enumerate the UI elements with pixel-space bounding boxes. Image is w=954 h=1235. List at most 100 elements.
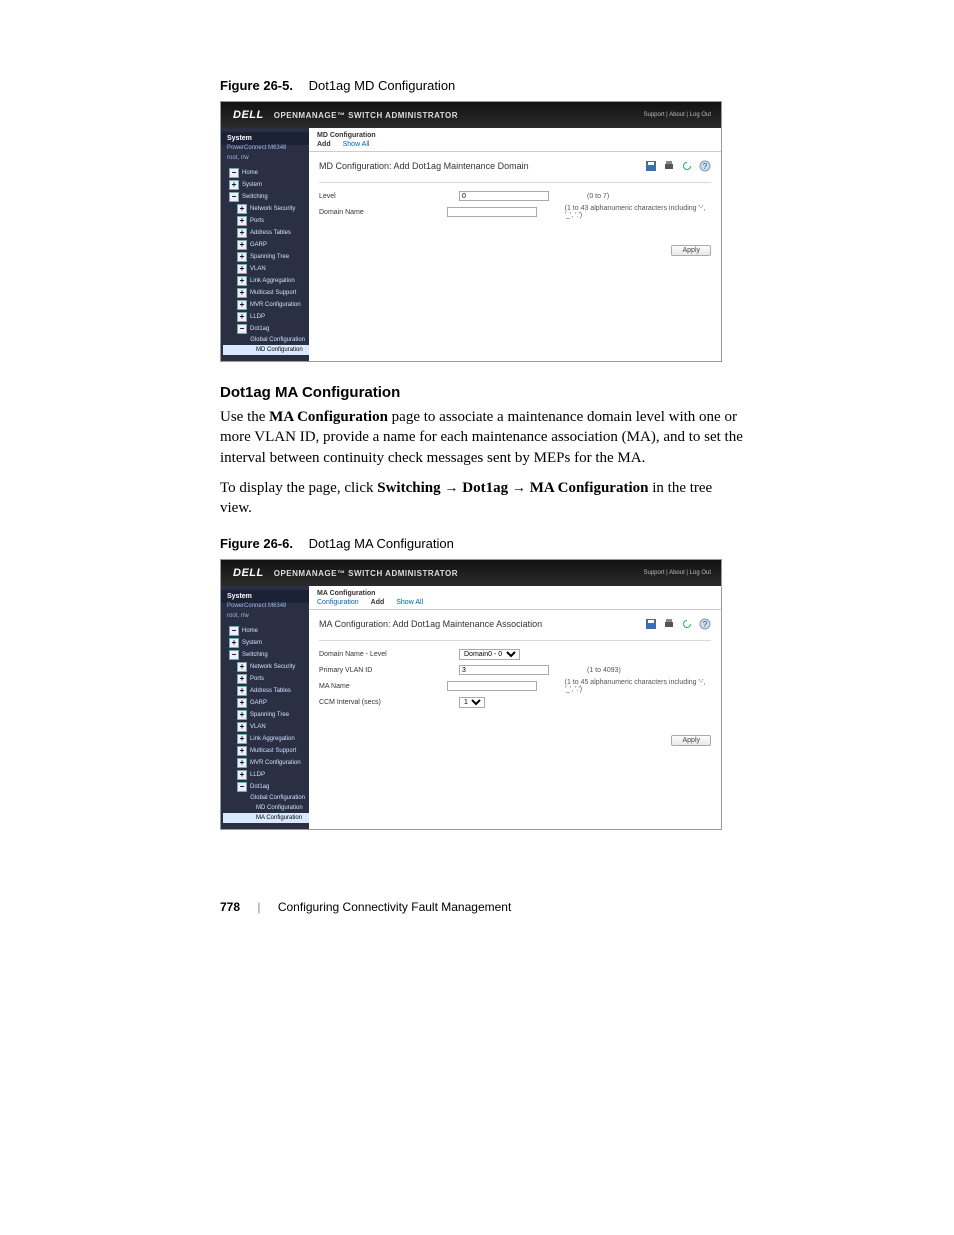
tab-add[interactable]: Add bbox=[317, 141, 331, 148]
hint-ma-name: (1 to 45 alphanumeric characters includi… bbox=[565, 679, 711, 693]
input-ma-name[interactable] bbox=[447, 681, 537, 691]
paragraph-1: Use the MA Configuration page to associa… bbox=[220, 407, 744, 468]
tree-home[interactable]: −Home bbox=[223, 625, 309, 637]
tree-address-tables[interactable]: +Address Tables bbox=[223, 227, 309, 239]
section-heading: Dot1ag MA Configuration bbox=[220, 384, 744, 401]
tree-switching[interactable]: −Switching bbox=[223, 649, 309, 661]
tree-vlan[interactable]: +VLAN bbox=[223, 721, 309, 733]
tree-switching[interactable]: −Switching bbox=[223, 191, 309, 203]
nav-tree: −Home +System −Switching +Network Securi… bbox=[221, 165, 309, 355]
tree-lldp[interactable]: +LLDP bbox=[223, 769, 309, 781]
tree-mvr[interactable]: +MVR Configuration bbox=[223, 757, 309, 769]
tree-dot1ag[interactable]: −Dot1ag bbox=[223, 781, 309, 793]
input-level[interactable] bbox=[459, 191, 549, 201]
save-icon[interactable] bbox=[645, 618, 657, 630]
main-panel: MA Configuration Configuration Add Show … bbox=[309, 586, 721, 829]
select-ccm[interactable]: 1 bbox=[459, 697, 485, 708]
label-vlan: Primary VLAN ID bbox=[319, 667, 459, 674]
tree-network-security[interactable]: +Network Security bbox=[223, 203, 309, 215]
save-icon[interactable] bbox=[645, 160, 657, 172]
page-number: 778 bbox=[220, 900, 240, 914]
tab-bar: MA Configuration Configuration Add Show … bbox=[309, 586, 721, 610]
brand-logo: DELL bbox=[233, 567, 264, 579]
app-title: OPENMANAGE™ SWITCH ADMINISTRATOR bbox=[274, 111, 458, 120]
tree-system[interactable]: +System bbox=[223, 637, 309, 649]
tree-network-security[interactable]: +Network Security bbox=[223, 661, 309, 673]
hint-domain-name: (1 to 43 alphanumeric characters includi… bbox=[565, 205, 711, 219]
tree-vlan[interactable]: +VLAN bbox=[223, 263, 309, 275]
row-ccm: CCM Interval (secs) 1 bbox=[319, 695, 711, 709]
tab-title: MA Configuration bbox=[317, 590, 721, 597]
tree-link-aggregation[interactable]: +Link Aggregation bbox=[223, 733, 309, 745]
tree-system[interactable]: +System bbox=[223, 179, 309, 191]
tree-garp[interactable]: +GARP bbox=[223, 697, 309, 709]
sidebar-header: System bbox=[221, 590, 309, 603]
app-title: OPENMANAGE™ SWITCH ADMINISTRATOR bbox=[274, 569, 458, 578]
panel-title: MA Configuration: Add Dot1ag Maintenance… bbox=[319, 619, 542, 629]
select-domain-level[interactable]: Domain0 - 0 bbox=[459, 649, 520, 660]
input-vlan[interactable] bbox=[459, 665, 549, 675]
tree-garp[interactable]: +GARP bbox=[223, 239, 309, 251]
figure-label: Figure 26-5. bbox=[220, 78, 293, 93]
tree-global-config[interactable]: Global Configuration bbox=[223, 793, 309, 803]
help-icon[interactable]: ? bbox=[699, 160, 711, 172]
tab-configuration[interactable]: Configuration bbox=[317, 599, 359, 606]
top-links[interactable]: Support | About | Log Out bbox=[644, 112, 712, 118]
tree-spanning-tree[interactable]: +Spanning Tree bbox=[223, 709, 309, 721]
row-vlan: Primary VLAN ID (1 to 4093) bbox=[319, 663, 711, 677]
form-area: Domain Name - Level Domain0 - 0 Primary … bbox=[309, 636, 721, 723]
figure-label: Figure 26-6. bbox=[220, 536, 293, 551]
sidebar-user: root, r/w bbox=[221, 613, 309, 623]
label-level: Level bbox=[319, 193, 459, 200]
figure-caption: Figure 26-5. Dot1ag MD Configuration bbox=[220, 78, 744, 93]
nav-tree: −Home +System −Switching +Network Securi… bbox=[221, 623, 309, 823]
tree-mvr[interactable]: +MVR Configuration bbox=[223, 299, 309, 311]
sidebar-device: PowerConnect M6348 bbox=[221, 145, 309, 155]
tree-md-configuration[interactable]: MD Configuration bbox=[223, 803, 309, 813]
print-icon[interactable] bbox=[663, 618, 675, 630]
tree-dot1ag[interactable]: −Dot1ag bbox=[223, 323, 309, 335]
page-footer: 778 | Configuring Connectivity Fault Man… bbox=[220, 900, 744, 914]
tree-md-configuration[interactable]: MD Configuration bbox=[223, 345, 309, 355]
top-links[interactable]: Support | About | Log Out bbox=[644, 570, 712, 576]
brand-logo: DELL bbox=[233, 109, 264, 121]
sidebar-device: PowerConnect M6348 bbox=[221, 603, 309, 613]
input-domain-name[interactable] bbox=[447, 207, 537, 217]
arrow-icon: → bbox=[444, 479, 462, 495]
svg-text:?: ? bbox=[703, 162, 708, 171]
tree-address-tables[interactable]: +Address Tables bbox=[223, 685, 309, 697]
main-panel: MD Configuration Add Show All MD Configu… bbox=[309, 128, 721, 361]
tree-home[interactable]: −Home bbox=[223, 167, 309, 179]
form-area: Level (0 to 7) Domain Name (1 to 43 alph… bbox=[309, 178, 721, 233]
tree-multicast[interactable]: +Multicast Support bbox=[223, 287, 309, 299]
figure-title: Dot1ag MA Configuration bbox=[309, 536, 454, 551]
row-level: Level (0 to 7) bbox=[319, 189, 711, 203]
apply-button[interactable]: Apply bbox=[671, 735, 711, 746]
tree-spanning-tree[interactable]: +Spanning Tree bbox=[223, 251, 309, 263]
footer-separator: | bbox=[257, 900, 260, 914]
tab-show-all[interactable]: Show All bbox=[343, 141, 370, 148]
row-domain-level: Domain Name - Level Domain0 - 0 bbox=[319, 647, 711, 661]
apply-button[interactable]: Apply bbox=[671, 245, 711, 256]
tab-add[interactable]: Add bbox=[371, 599, 385, 606]
label-domain-level: Domain Name - Level bbox=[319, 651, 459, 658]
sidebar: System PowerConnect M6348 root, r/w −Hom… bbox=[221, 128, 309, 361]
tree-multicast[interactable]: +Multicast Support bbox=[223, 745, 309, 757]
tree-lldp[interactable]: +LLDP bbox=[223, 311, 309, 323]
tree-ports[interactable]: +Ports bbox=[223, 215, 309, 227]
help-icon[interactable]: ? bbox=[699, 618, 711, 630]
refresh-icon[interactable] bbox=[681, 160, 693, 172]
tree-global-config[interactable]: Global Configuration bbox=[223, 335, 309, 345]
hint-level: (0 to 7) bbox=[587, 193, 609, 200]
refresh-icon[interactable] bbox=[681, 618, 693, 630]
arrow-icon: → bbox=[512, 479, 530, 495]
svg-text:?: ? bbox=[703, 620, 708, 629]
tree-ma-configuration[interactable]: MA Configuration bbox=[223, 813, 309, 823]
label-domain-name: Domain Name bbox=[319, 209, 447, 216]
tree-link-aggregation[interactable]: +Link Aggregation bbox=[223, 275, 309, 287]
app-topbar: DELL OPENMANAGE™ SWITCH ADMINISTRATOR Su… bbox=[221, 560, 721, 586]
tree-ports[interactable]: +Ports bbox=[223, 673, 309, 685]
paragraph-2: To display the page, click Switching → D… bbox=[220, 478, 744, 519]
tab-show-all[interactable]: Show All bbox=[396, 599, 423, 606]
print-icon[interactable] bbox=[663, 160, 675, 172]
